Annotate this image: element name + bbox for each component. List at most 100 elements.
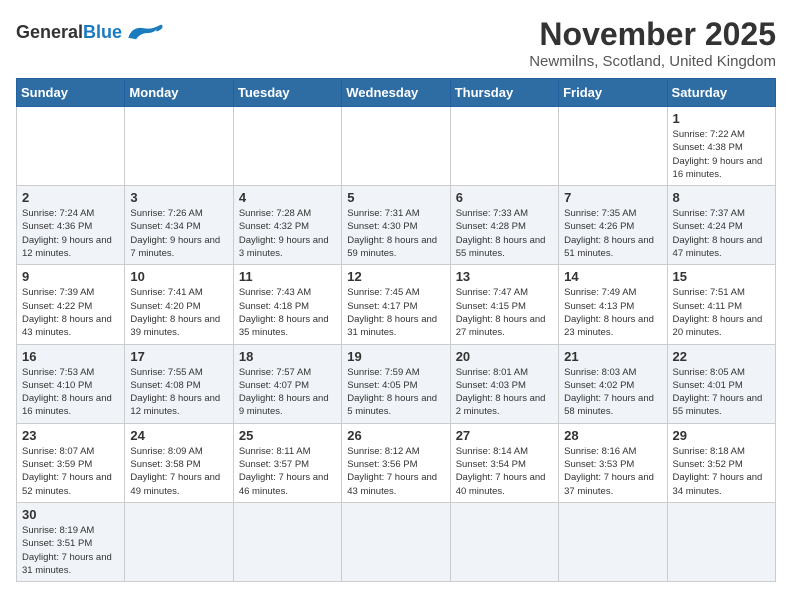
- day-info: Sunrise: 7:45 AM Sunset: 4:17 PM Dayligh…: [347, 286, 444, 339]
- calendar-cell: 27Sunrise: 8:14 AM Sunset: 3:54 PM Dayli…: [450, 423, 558, 502]
- calendar-cell: [125, 107, 233, 186]
- day-info: Sunrise: 7:47 AM Sunset: 4:15 PM Dayligh…: [456, 286, 553, 339]
- calendar-cell: 7Sunrise: 7:35 AM Sunset: 4:26 PM Daylig…: [559, 186, 667, 265]
- day-info: Sunrise: 8:01 AM Sunset: 4:03 PM Dayligh…: [456, 366, 553, 419]
- week-row-0: 1 Sunrise: 7:22 AM Sunset: 4:38 PM Daylig…: [17, 107, 776, 186]
- calendar-cell: 14 Sunrise: 7:49 AM Sunset: 4:13 PM Dayli…: [559, 265, 667, 344]
- day-info: Sunrise: 8:07 AM Sunset: 3:59 PM Dayligh…: [22, 445, 119, 498]
- day-info: Sunrise: 7:55 AM Sunset: 4:08 PM Dayligh…: [130, 366, 227, 419]
- logo-bird-icon: [124, 22, 164, 44]
- week-row-4: 23Sunrise: 8:07 AM Sunset: 3:59 PM Dayli…: [17, 423, 776, 502]
- day-info: Sunrise: 7:57 AM Sunset: 4:07 PM Dayligh…: [239, 366, 336, 419]
- day-number: 29: [673, 428, 770, 443]
- day-info: Sunrise: 7:41 AM Sunset: 4:20 PM Dayligh…: [130, 286, 227, 339]
- day-number: 25: [239, 428, 336, 443]
- day-number: 16: [22, 349, 119, 364]
- calendar-cell: 26 Sunrise: 8:12 AM Sunset: 3:56 PM Dayli…: [342, 423, 450, 502]
- calendar-cell: 3Sunrise: 7:26 AM Sunset: 4:34 PM Daylig…: [125, 186, 233, 265]
- calendar-cell: 15Sunrise: 7:51 AM Sunset: 4:11 PM Dayli…: [667, 265, 775, 344]
- day-info: Sunrise: 7:49 AM Sunset: 4:13 PM Dayligh…: [564, 286, 661, 339]
- day-number: 21: [564, 349, 661, 364]
- week-row-2: 9 Sunrise: 7:39 AM Sunset: 4:22 PM Daylig…: [17, 265, 776, 344]
- weekday-header-wednesday: Wednesday: [342, 79, 450, 107]
- day-number: 13: [456, 269, 553, 284]
- day-number: 4: [239, 190, 336, 205]
- calendar-cell: 6Sunrise: 7:33 AM Sunset: 4:28 PM Daylig…: [450, 186, 558, 265]
- calendar-cell: 12 Sunrise: 7:45 AM Sunset: 4:17 PM Dayli…: [342, 265, 450, 344]
- day-info: Sunrise: 7:24 AM Sunset: 4:36 PM Dayligh…: [22, 207, 119, 260]
- calendar-cell: [17, 107, 125, 186]
- logo: GeneralBlue: [16, 16, 164, 44]
- calendar: SundayMondayTuesdayWednesdayThursdayFrid…: [16, 78, 776, 582]
- calendar-cell: [342, 107, 450, 186]
- calendar-cell: 13 Sunrise: 7:47 AM Sunset: 4:15 PM Dayli…: [450, 265, 558, 344]
- weekday-header-monday: Monday: [125, 79, 233, 107]
- weekday-header-tuesday: Tuesday: [233, 79, 341, 107]
- calendar-cell: 21 Sunrise: 8:03 AM Sunset: 4:02 PM Dayli…: [559, 344, 667, 423]
- calendar-cell: 5 Sunrise: 7:31 AM Sunset: 4:30 PM Daylig…: [342, 186, 450, 265]
- calendar-cell: 24 Sunrise: 8:09 AM Sunset: 3:58 PM Dayli…: [125, 423, 233, 502]
- day-number: 6: [456, 190, 553, 205]
- calendar-cell: 25 Sunrise: 8:11 AM Sunset: 3:57 PM Dayli…: [233, 423, 341, 502]
- day-number: 1: [673, 111, 770, 126]
- calendar-cell: [450, 502, 558, 581]
- day-number: 9: [22, 269, 119, 284]
- day-number: 26: [347, 428, 444, 443]
- calendar-cell: 17Sunrise: 7:55 AM Sunset: 4:08 PM Dayli…: [125, 344, 233, 423]
- day-info: Sunrise: 8:03 AM Sunset: 4:02 PM Dayligh…: [564, 366, 661, 419]
- week-row-1: 2Sunrise: 7:24 AM Sunset: 4:36 PM Daylig…: [17, 186, 776, 265]
- calendar-cell: [450, 107, 558, 186]
- calendar-cell: 20 Sunrise: 8:01 AM Sunset: 4:03 PM Dayli…: [450, 344, 558, 423]
- day-info: Sunrise: 8:16 AM Sunset: 3:53 PM Dayligh…: [564, 445, 661, 498]
- week-row-5: 30 Sunrise: 8:19 AM Sunset: 3:51 PM Dayli…: [17, 502, 776, 581]
- day-info: Sunrise: 7:37 AM Sunset: 4:24 PM Dayligh…: [673, 207, 770, 260]
- location-title: Newmilns, Scotland, United Kingdom: [529, 53, 776, 70]
- calendar-cell: 19 Sunrise: 7:59 AM Sunset: 4:05 PM Dayli…: [342, 344, 450, 423]
- day-info: Sunrise: 8:12 AM Sunset: 3:56 PM Dayligh…: [347, 445, 444, 498]
- weekday-header-row: SundayMondayTuesdayWednesdayThursdayFrid…: [17, 79, 776, 107]
- day-number: 14: [564, 269, 661, 284]
- calendar-cell: 11Sunrise: 7:43 AM Sunset: 4:18 PM Dayli…: [233, 265, 341, 344]
- day-info: Sunrise: 7:28 AM Sunset: 4:32 PM Dayligh…: [239, 207, 336, 260]
- calendar-cell: [559, 107, 667, 186]
- day-number: 22: [673, 349, 770, 364]
- calendar-cell: [233, 502, 341, 581]
- day-number: 8: [673, 190, 770, 205]
- calendar-cell: 1 Sunrise: 7:22 AM Sunset: 4:38 PM Daylig…: [667, 107, 775, 186]
- calendar-cell: [342, 502, 450, 581]
- week-row-3: 16Sunrise: 7:53 AM Sunset: 4:10 PM Dayli…: [17, 344, 776, 423]
- calendar-cell: 30 Sunrise: 8:19 AM Sunset: 3:51 PM Dayli…: [17, 502, 125, 581]
- weekday-header-sunday: Sunday: [17, 79, 125, 107]
- weekday-header-thursday: Thursday: [450, 79, 558, 107]
- day-info: Sunrise: 7:35 AM Sunset: 4:26 PM Dayligh…: [564, 207, 661, 260]
- calendar-cell: 4 Sunrise: 7:28 AM Sunset: 4:32 PM Daylig…: [233, 186, 341, 265]
- day-number: 12: [347, 269, 444, 284]
- logo-text: GeneralBlue: [16, 23, 122, 41]
- calendar-cell: 10Sunrise: 7:41 AM Sunset: 4:20 PM Dayli…: [125, 265, 233, 344]
- day-number: 5: [347, 190, 444, 205]
- day-info: Sunrise: 8:18 AM Sunset: 3:52 PM Dayligh…: [673, 445, 770, 498]
- calendar-cell: [667, 502, 775, 581]
- title-area: November 2025 Newmilns, Scotland, United…: [529, 16, 776, 70]
- day-info: Sunrise: 8:11 AM Sunset: 3:57 PM Dayligh…: [239, 445, 336, 498]
- day-info: Sunrise: 8:19 AM Sunset: 3:51 PM Dayligh…: [22, 524, 119, 577]
- day-number: 20: [456, 349, 553, 364]
- day-number: 30: [22, 507, 119, 522]
- calendar-cell: 22 Sunrise: 8:05 AM Sunset: 4:01 PM Dayli…: [667, 344, 775, 423]
- calendar-cell: 23Sunrise: 8:07 AM Sunset: 3:59 PM Dayli…: [17, 423, 125, 502]
- day-info: Sunrise: 7:43 AM Sunset: 4:18 PM Dayligh…: [239, 286, 336, 339]
- day-info: Sunrise: 7:22 AM Sunset: 4:38 PM Dayligh…: [673, 128, 770, 181]
- weekday-header-friday: Friday: [559, 79, 667, 107]
- day-info: Sunrise: 7:39 AM Sunset: 4:22 PM Dayligh…: [22, 286, 119, 339]
- day-info: Sunrise: 7:59 AM Sunset: 4:05 PM Dayligh…: [347, 366, 444, 419]
- day-info: Sunrise: 8:05 AM Sunset: 4:01 PM Dayligh…: [673, 366, 770, 419]
- day-info: Sunrise: 8:09 AM Sunset: 3:58 PM Dayligh…: [130, 445, 227, 498]
- day-info: Sunrise: 7:51 AM Sunset: 4:11 PM Dayligh…: [673, 286, 770, 339]
- weekday-header-saturday: Saturday: [667, 79, 775, 107]
- calendar-cell: [125, 502, 233, 581]
- day-number: 24: [130, 428, 227, 443]
- calendar-cell: 9 Sunrise: 7:39 AM Sunset: 4:22 PM Daylig…: [17, 265, 125, 344]
- day-number: 19: [347, 349, 444, 364]
- day-info: Sunrise: 7:31 AM Sunset: 4:30 PM Dayligh…: [347, 207, 444, 260]
- calendar-cell: [559, 502, 667, 581]
